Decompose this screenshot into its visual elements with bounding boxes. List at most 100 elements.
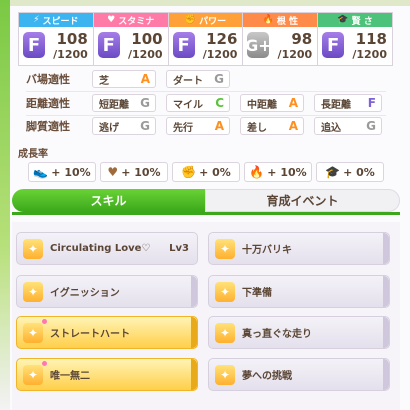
stat-label: スピード [42,16,79,27]
aptitude-mile: マイル C [166,94,230,112]
left-frame [0,0,10,410]
aptitude-label: バ場適性 [26,73,70,86]
sparkle-icon [42,319,47,324]
aptitude-label: 距離適性 [26,97,70,110]
skill-icon: ✦ [215,238,235,259]
skill-card[interactable]: ✦ 夢への挑戦 [208,358,390,391]
stat-grade: F [172,32,195,58]
stat-label: パワー [199,16,227,27]
aptitude-row-distance: 距離適性 [26,94,92,112]
stat-max: /1200 [277,48,313,61]
divider [26,91,386,92]
flame-icon: 🔥 [249,165,265,179]
stat-grade: G+ [245,32,272,58]
aptitude-front: 逃げ G [92,117,156,135]
stat-speed: ⚡ スピード F 108 /1200 [18,12,93,66]
stat-grade: F [23,32,45,58]
stat-grade: F [322,32,345,58]
skill-card[interactable]: ✦ 真っ直ぐな走り [208,316,390,349]
aptitude-grade: A [288,96,298,110]
skill-icon: ✦ [23,322,43,343]
skill-icon: ✦ [23,238,43,259]
aptitude-short: 短距離 G [92,94,156,112]
aptitude-row-style: 脚質適性 [26,117,92,135]
skill-level: Lv3 [169,243,189,254]
aptitude-grade: F [367,96,376,110]
skill-name: 真っ直ぐな走り [242,329,312,340]
growth-power: ✊ + 0% [172,162,240,182]
sparkle-icon [42,361,47,366]
aptitude-row-ground: バ場適性 [26,70,92,88]
aptitude-dirt: ダート G [166,70,230,88]
tab-underline [12,212,400,215]
tab-skill[interactable]: スキル [12,189,205,212]
growth-stamina: ♥ + 10% [100,162,168,182]
skill-card[interactable]: ✦ Circulating Love♡ Lv3 [16,232,198,265]
tab-training-event[interactable]: 育成イベント [205,189,400,212]
tab-bar: スキル 育成イベント [12,189,400,212]
growth-title: 成長率 [18,149,48,160]
aptitude-grade: C [215,96,224,110]
stat-value: 126 [206,30,238,48]
aptitude-turf: 芝A [92,70,156,88]
stat-label: 根 性 [276,16,298,27]
skill-icon: ✦ [215,364,235,385]
aptitude-grade: G [140,96,150,110]
aptitude-middle: 中距離 A [240,94,304,112]
growth-wisdom: 🎓 + 0% [316,162,384,182]
heart-icon: ♥ [107,15,116,25]
stat-max: /1200 [127,48,163,61]
aptitude-long: 長距離 F [314,94,382,112]
muscle-icon: ✊ [181,165,197,179]
skill-icon: ✦ [215,322,235,343]
skill-card[interactable]: ✦ イグニッション [16,275,198,308]
skill-icon: ✦ [215,281,235,302]
muscle-icon: ✊ [184,15,197,25]
skill-card[interactable]: ✦ 十万バリキ [208,232,390,265]
stat-label: 賢 さ [351,16,373,27]
flame-icon: 🔥 [262,15,274,25]
stat-guts: 🔥 根 性 G+ 98 /1200 [242,12,318,66]
aptitude-grade: G [214,72,224,86]
skill-card[interactable]: ✦ 下準備 [208,275,390,308]
graduation-cap-icon: 🎓 [325,165,341,179]
skill-name: 夢への挑戦 [242,371,292,382]
stat-value: 108 [56,30,88,48]
skill-icon: ✦ [23,364,43,385]
skill-card[interactable]: ✦ 唯一無二 [16,358,198,391]
heart-icon: ♥ [107,165,119,179]
aptitude-label: 脚質適性 [26,120,70,133]
graduation-cap-icon: 🎓 [337,15,349,25]
stat-max: /1200 [352,48,387,61]
stat-label: スタミナ [118,16,155,27]
skill-card[interactable]: ✦ ストレートハート [16,316,198,349]
shoe-icon: ⚡ [33,15,40,25]
skill-name: イグニッション [50,288,120,299]
aptitude-pace: 先行 A [166,117,230,135]
skill-name: ストレートハート [50,329,130,340]
skill-name: 下準備 [242,288,272,299]
aptitude-grade: G [366,119,376,133]
stat-grade: F [97,32,120,58]
stat-wisdom: 🎓 賢 さ F 118 /1200 [317,12,393,66]
stat-stamina: ♥ スタミナ F 100 /1200 [92,12,168,66]
skill-name: Circulating Love♡ [50,243,151,254]
stats-row: ⚡ スピード F 108 /1200 ♥ スタミナ F 100 /1200 ✊ パワー… [18,12,393,66]
stat-max: /1200 [202,48,238,61]
stat-power: ✊ パワー F 126 /1200 [167,12,243,66]
stat-value: 100 [131,30,163,48]
aptitude-end: 追込 G [314,117,382,135]
growth-speed: 👟 + 10% [28,162,96,182]
skill-icon: ✦ [23,281,43,302]
aptitude-grade: A [288,119,298,133]
stat-value: 118 [355,30,387,48]
divider [26,115,386,116]
growth-guts: 🔥 + 10% [244,162,312,182]
stat-max: /1200 [53,48,88,61]
skill-name: 唯一無二 [50,371,90,382]
aptitude-grade: A [140,72,150,86]
aptitude-grade: G [140,119,150,133]
stat-value: 98 [291,30,313,48]
aptitude-late: 差し A [240,117,304,135]
aptitude-grade: A [214,119,224,133]
